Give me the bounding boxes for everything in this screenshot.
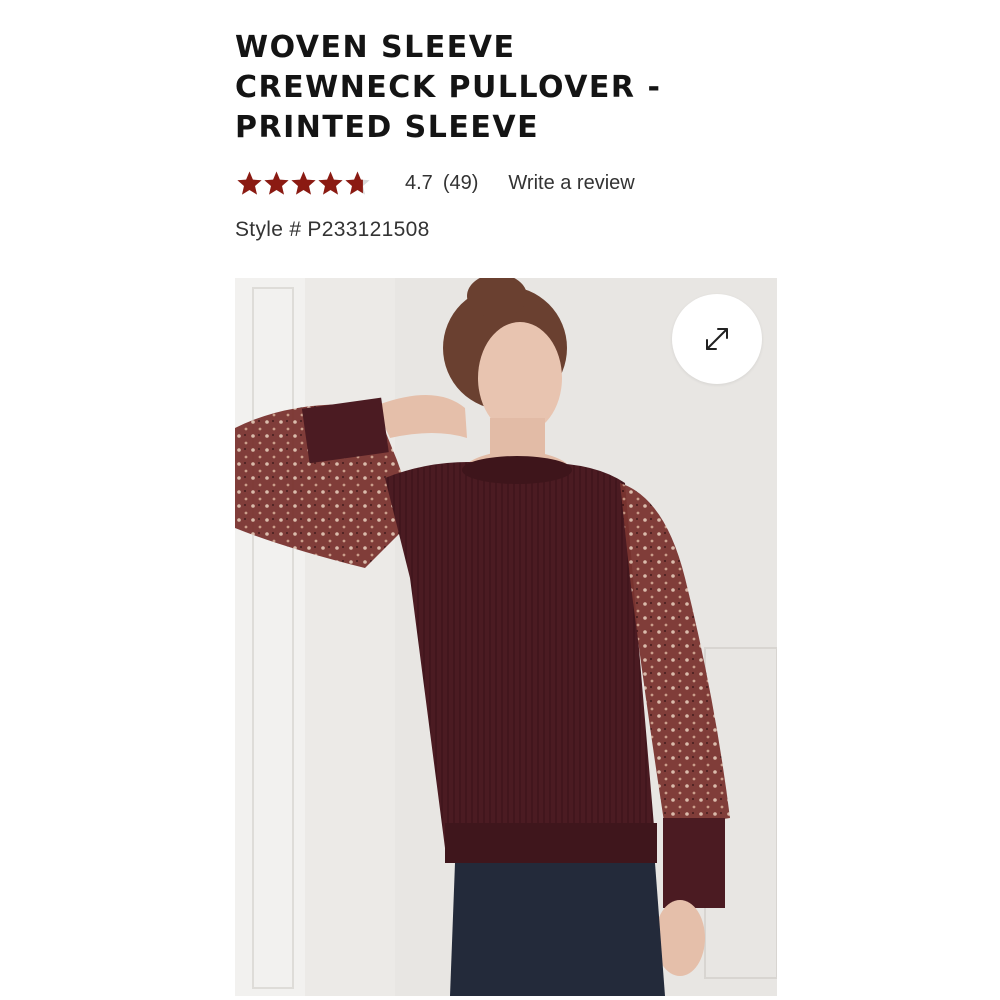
- rating-row: 4.7 (49) Write a review: [236, 166, 635, 200]
- product-page: WOVEN SLEEVE CREWNECK PULLOVER - PRINTED…: [0, 0, 1000, 1000]
- product-image[interactable]: [235, 278, 777, 996]
- star-icon: [291, 171, 316, 195]
- product-title: WOVEN SLEEVE CREWNECK PULLOVER - PRINTED…: [235, 28, 795, 148]
- product-photo-illustration: [235, 278, 777, 996]
- product-title-line-2: CREWNECK PULLOVER -: [235, 70, 662, 105]
- rating-value: 4.7: [405, 171, 433, 194]
- review-count-link[interactable]: (49): [443, 172, 479, 195]
- write-review-link[interactable]: Write a review: [508, 172, 634, 195]
- star-icon: [345, 171, 370, 195]
- star-rating[interactable]: [236, 170, 371, 197]
- product-title-line-1: WOVEN SLEEVE: [235, 30, 516, 65]
- expand-image-button[interactable]: [672, 294, 762, 384]
- star-icon: [237, 171, 262, 195]
- expand-arrows-icon: [706, 328, 728, 350]
- style-number: Style # P233121508: [235, 218, 430, 241]
- star-icon: [318, 171, 343, 195]
- star-icon: [264, 171, 289, 195]
- product-title-line-3: PRINTED SLEEVE: [235, 110, 540, 145]
